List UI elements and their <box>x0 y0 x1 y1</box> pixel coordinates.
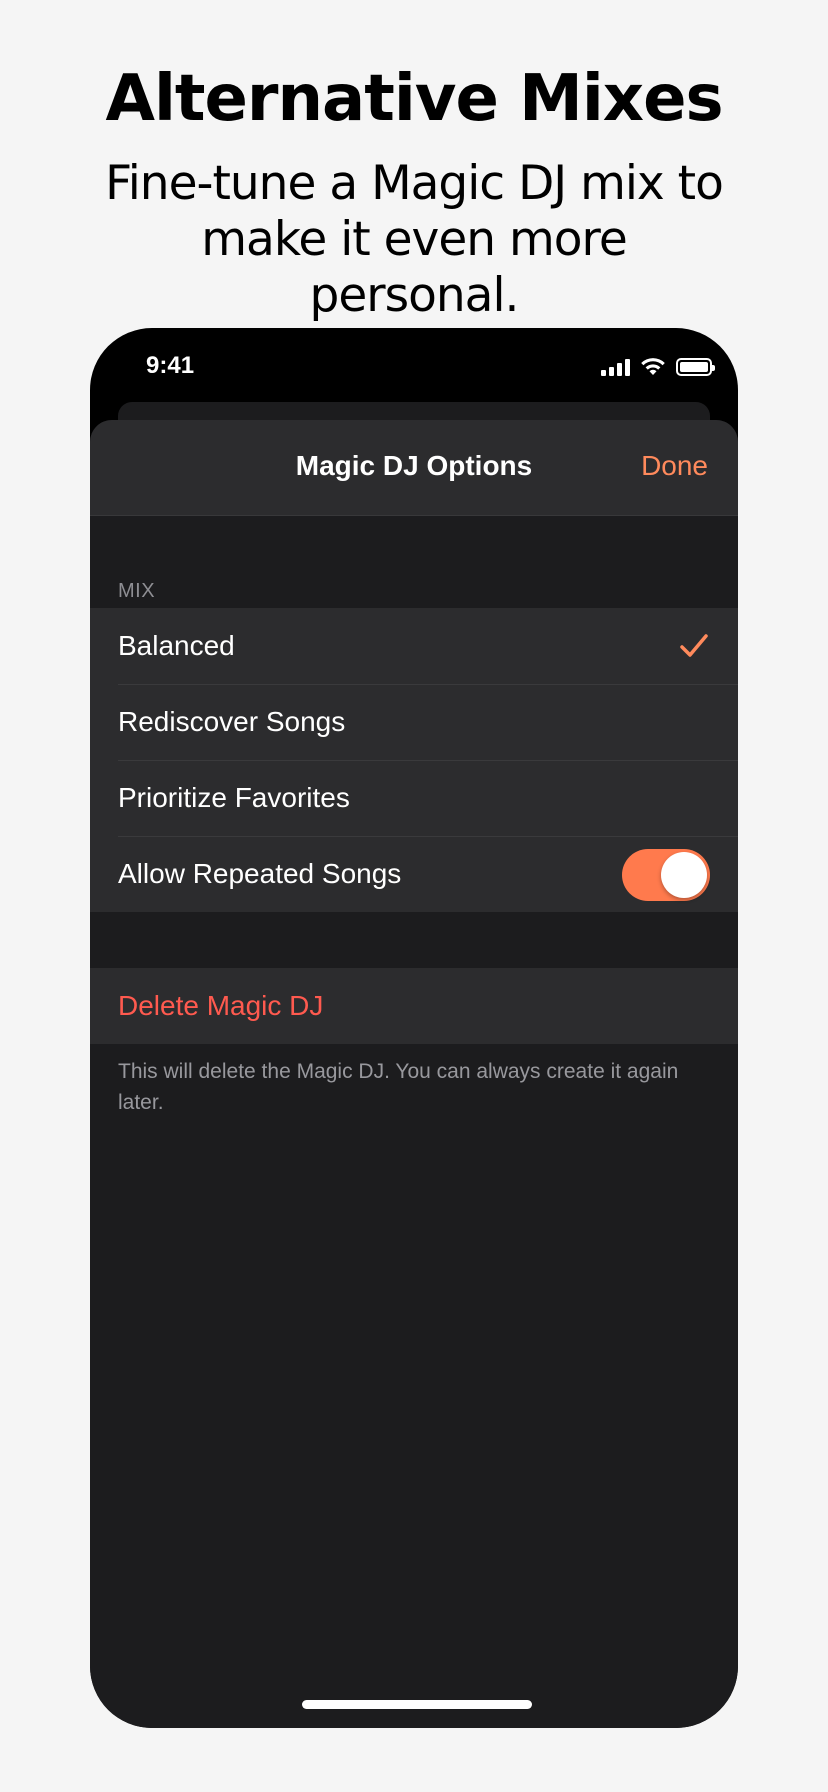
mix-options-group: Balanced Rediscover Songs Prioritize Fav… <box>90 608 738 912</box>
wifi-icon <box>641 358 665 375</box>
phone-frame: 9:41 Magic DJ Options Done MIX Balanced <box>90 328 738 1728</box>
checkmark-icon <box>680 634 708 657</box>
mix-section-header: MIX <box>118 580 156 602</box>
cellular-signal-icon <box>601 358 630 376</box>
status-icons <box>601 356 715 376</box>
promo-title: Alternative Mixes <box>105 62 723 136</box>
home-indicator[interactable] <box>302 1700 532 1709</box>
allow-repeated-songs-label: Allow Repeated Songs <box>118 858 402 889</box>
delete-footer-note: This will delete the Magic DJ. You can a… <box>118 1060 679 1114</box>
mix-option-rediscover-songs[interactable]: Rediscover Songs <box>90 684 738 760</box>
mix-option-label: Rediscover Songs <box>118 706 346 737</box>
nav-bar: Magic DJ Options Done <box>90 420 738 516</box>
promo-subtitle: Fine-tune a Magic DJ mix to make it even… <box>105 156 724 323</box>
battery-icon <box>676 358 715 376</box>
mix-option-label: Balanced <box>118 630 235 661</box>
mix-option-prioritize-favorites[interactable]: Prioritize Favorites <box>90 760 738 836</box>
delete-group: Delete Magic DJ <box>90 968 738 1044</box>
status-bar: 9:41 <box>90 328 738 400</box>
done-button[interactable]: Done <box>641 450 708 482</box>
toggle-knob <box>661 852 707 898</box>
status-time: 9:41 <box>146 352 195 379</box>
mix-option-label: Prioritize Favorites <box>118 782 350 813</box>
allow-repeated-songs-toggle[interactable] <box>622 849 710 901</box>
allow-repeated-songs-row: Allow Repeated Songs <box>90 836 738 912</box>
delete-magic-dj-button[interactable]: Delete Magic DJ <box>90 968 738 1044</box>
options-sheet: Magic DJ Options Done MIX Balanced Redis… <box>90 420 738 1728</box>
delete-magic-dj-label: Delete Magic DJ <box>118 990 324 1021</box>
mix-option-balanced[interactable]: Balanced <box>90 608 738 684</box>
